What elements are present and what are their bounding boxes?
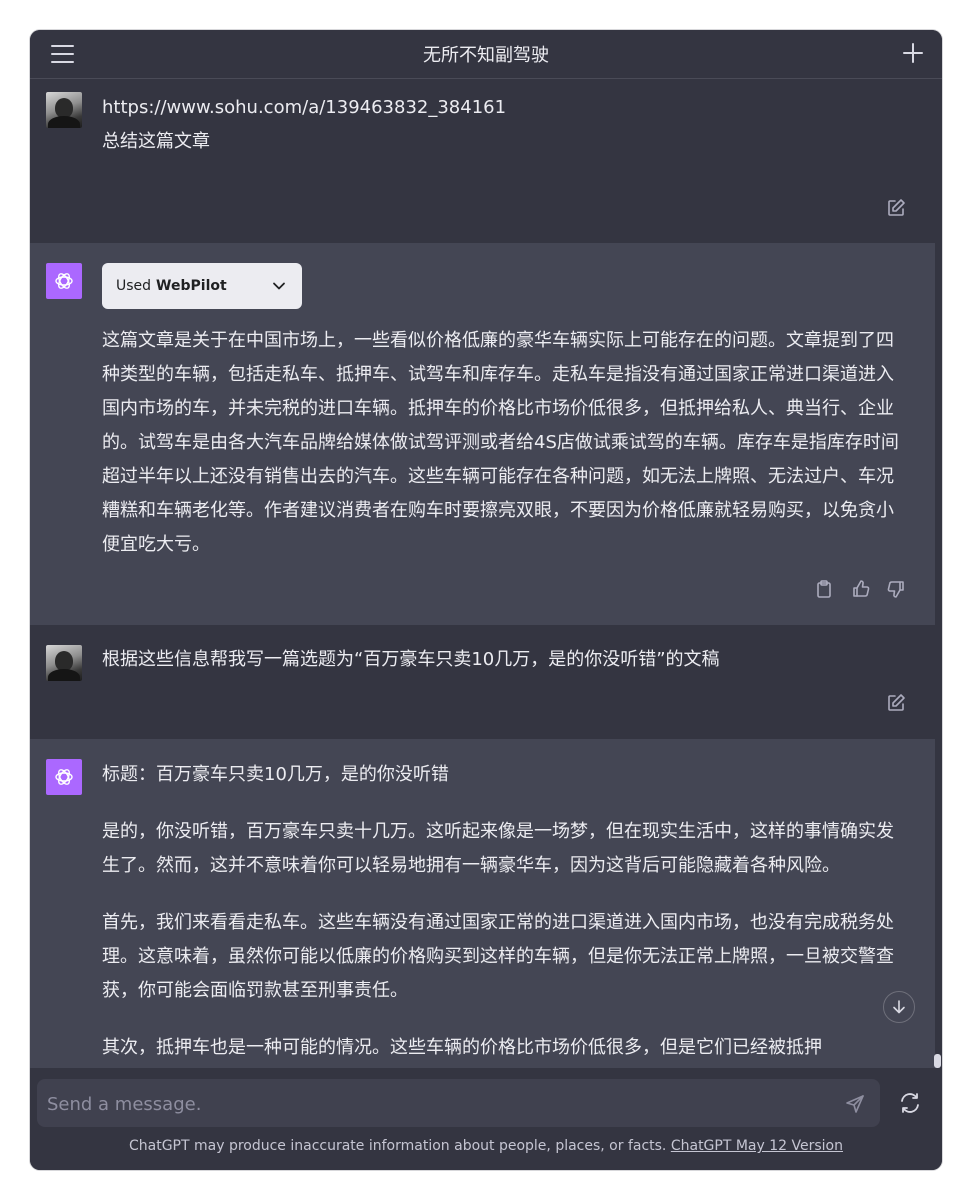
assistant-message: Used WebPilot 这篇文章是关于在中国市场上，一些看似价格低廉的豪华车… [30,243,935,625]
user-message-text: 根据这些信息帮我写一篇选题为“百万豪车只卖10几万，是的你没听错”的文稿 [102,643,902,677]
message-input-box [37,1079,880,1129]
chevron-down-icon [273,282,285,290]
plugin-name: WebPilot [156,278,227,294]
user-message-text: https://www.sohu.com/a/139463832_384161 … [102,91,902,159]
message-line: 总结这篇文章 [102,131,210,152]
version-link[interactable]: ChatGPT May 12 Version [671,1138,843,1154]
edit-icon[interactable] [886,693,906,713]
message-line: 根据这些信息帮我写一篇选题为“百万豪车只卖10几万，是的你没听错”的文稿 [102,649,720,670]
scroll-to-bottom-button[interactable] [883,991,915,1023]
user-avatar [46,645,82,681]
thumbs-down-icon[interactable] [886,579,906,599]
chat-window: 无所不知副驾驶 https://www.sohu.com/a/139463832… [30,30,942,1170]
assistant-message-text: 这篇文章是关于在中国市场上，一些看似价格低廉的豪华车辆实际上可能存在的问题。文章… [102,324,902,562]
user-message: 根据这些信息帮我写一篇选题为“百万豪车只卖10几万，是的你没听错”的文稿 [30,625,935,739]
assistant-message-text: 标题：百万豪车只卖10几万，是的你没听错 是的，你没听错，百万豪车只卖十几万。这… [102,758,902,1065]
message-input[interactable] [37,1079,849,1129]
chat-title: 无所不知副驾驶 [423,45,549,66]
message-url: https://www.sohu.com/a/139463832_384161 [102,97,507,118]
disclaimer-text: ChatGPT may produce inaccurate informati… [128,1138,667,1154]
plugin-used-prefix: Used [116,278,152,294]
composer-area: ChatGPT may produce inaccurate informati… [30,1068,942,1170]
assistant-paragraph: 其次，抵押车也是一种可能的情况。这些车辆的价格比市场价低很多，但是它们已经被抵押 [102,1037,822,1058]
message-list: https://www.sohu.com/a/139463832_384161 … [30,79,935,1079]
openai-logo-icon [46,263,82,299]
user-message: https://www.sohu.com/a/139463832_384161 … [30,79,935,243]
assistant-message: 标题：百万豪车只卖10几万，是的你没听错 是的，你没听错，百万豪车只卖十几万。这… [30,739,935,1079]
top-bar: 无所不知副驾驶 [30,30,942,79]
user-avatar [46,92,82,128]
scrollbar-thumb[interactable] [934,1054,941,1068]
send-icon[interactable] [845,1093,865,1113]
thumbs-up-icon[interactable] [851,579,871,599]
assistant-paragraph: 这篇文章是关于在中国市场上，一些看似价格低廉的豪华车辆实际上可能存在的问题。文章… [102,330,899,555]
refresh-icon[interactable] [898,1091,922,1115]
assistant-paragraph: 是的，你没听错，百万豪车只卖十几万。这听起来像是一场梦，但在现实生活中，这样的事… [102,821,894,876]
openai-logo-icon [46,759,82,795]
clipboard-icon[interactable] [814,579,834,599]
assistant-title: 标题：百万豪车只卖10几万，是的你没听错 [102,764,449,785]
new-chat-plus-icon[interactable] [902,42,924,64]
assistant-paragraph: 首先，我们来看看走私车。这些车辆没有通过国家正常的进口渠道进入国内市场，也没有完… [102,912,894,1001]
edit-icon[interactable] [886,198,906,218]
plugin-used-chip[interactable]: Used WebPilot [102,263,302,309]
footer-disclaimer: ChatGPT may produce inaccurate informati… [30,1138,942,1154]
arrow-down-icon [893,1000,905,1014]
hamburger-menu-icon[interactable] [50,42,76,66]
